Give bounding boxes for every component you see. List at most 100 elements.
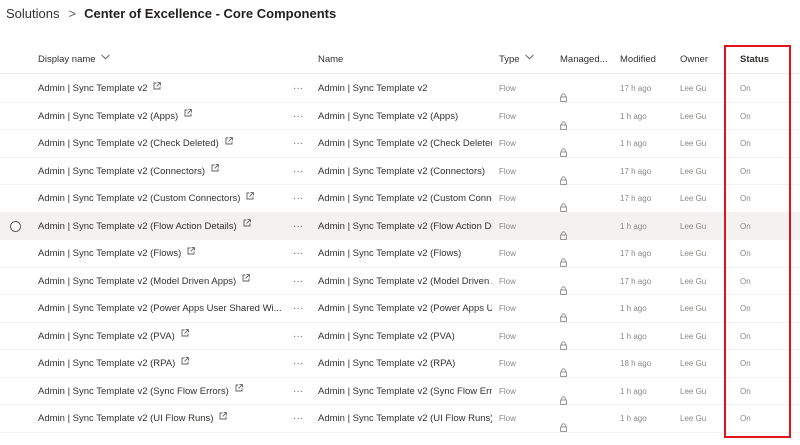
row-select-cell[interactable] xyxy=(10,103,24,130)
display-name-cell[interactable]: Admin | Sync Template v2 (Apps) xyxy=(38,103,288,130)
breadcrumb-solutions-link[interactable]: Solutions xyxy=(6,6,59,21)
open-in-new-window-icon[interactable] xyxy=(242,268,251,294)
display-name-cell[interactable]: Admin | Sync Template v2 (Power Apps Use… xyxy=(38,295,288,322)
managed-cell xyxy=(560,350,580,377)
display-name-link[interactable]: Admin | Sync Template v2 (Apps) xyxy=(38,111,178,122)
column-header-type[interactable]: Type xyxy=(499,46,534,74)
table-row[interactable]: Admin | Sync Template v2 ··· Admin | Sync … xyxy=(0,75,800,103)
column-header-managed[interactable]: Managed... xyxy=(560,46,608,74)
lock-icon xyxy=(560,332,567,350)
type-cell: Flow xyxy=(499,221,516,231)
display-name-cell[interactable]: Admin | Sync Template v2 xyxy=(38,75,288,102)
table-row[interactable]: Admin | Sync Template v2 (UI Flow Runs) ·… xyxy=(0,405,800,433)
row-select-cell[interactable] xyxy=(10,158,24,185)
open-in-new-window-icon[interactable] xyxy=(184,103,192,129)
status-cell: On xyxy=(740,304,751,313)
more-options-button[interactable]: ··· xyxy=(290,75,306,102)
display-name-cell[interactable]: Admin | Sync Template v2 (Connectors) xyxy=(38,158,288,185)
table-row[interactable]: Admin | Sync Template v2 (Connectors) ···… xyxy=(0,158,800,185)
more-options-button[interactable]: ··· xyxy=(290,268,306,295)
display-name-cell[interactable]: Admin | Sync Template v2 (UI Flow Runs) xyxy=(38,405,288,432)
more-options-button[interactable]: ··· xyxy=(290,350,306,377)
display-name-link[interactable]: Admin | Sync Template v2 (Check Deleted) xyxy=(38,138,219,149)
table-row[interactable]: Admin | Sync Template v2 (Power Apps Use… xyxy=(0,295,800,323)
table-row[interactable]: Admin | Sync Template v2 (Check Deleted)… xyxy=(0,130,800,158)
name-cell: Admin | Sync Template v2 (UI Flow Runs) xyxy=(318,413,492,424)
row-select-cell[interactable] xyxy=(10,130,24,157)
column-header-owner[interactable]: Owner xyxy=(680,46,708,74)
display-name-link[interactable]: Admin | Sync Template v2 (Sync Flow Erro… xyxy=(38,386,229,397)
column-header-display-name[interactable]: Display name xyxy=(38,46,110,74)
lock-icon xyxy=(560,277,567,295)
open-in-new-window-icon[interactable] xyxy=(181,323,189,349)
open-in-new-window-icon[interactable] xyxy=(246,185,255,211)
open-in-new-window-icon[interactable] xyxy=(235,378,243,404)
open-in-new-window-icon[interactable] xyxy=(211,158,219,184)
more-options-button[interactable]: ··· xyxy=(290,405,306,432)
display-name-cell[interactable]: Admin | Sync Template v2 (Sync Flow Erro… xyxy=(38,378,288,405)
display-name-cell[interactable]: Admin | Sync Template v2 (Custom Connect… xyxy=(38,185,288,212)
more-options-button[interactable]: ··· xyxy=(290,240,306,267)
row-select-cell[interactable] xyxy=(10,323,24,350)
more-options-button[interactable]: ··· xyxy=(290,103,306,130)
open-in-new-window-icon[interactable] xyxy=(153,75,162,101)
owner-cell: Lee Gu xyxy=(680,359,707,368)
table-row[interactable]: Admin | Sync Template v2 (Apps) ··· Admin … xyxy=(0,103,800,130)
display-name-link[interactable]: Admin | Sync Template v2 (UI Flow Runs) xyxy=(38,413,213,424)
display-name-link[interactable]: Admin | Sync Template v2 (Connectors) xyxy=(38,166,205,177)
radio-circle-icon[interactable] xyxy=(10,220,21,232)
lock-icon xyxy=(560,249,567,267)
more-options-button[interactable]: ··· xyxy=(290,213,306,240)
display-name-link[interactable]: Admin | Sync Template v2 (Custom Connect… xyxy=(38,193,240,204)
row-select-cell[interactable] xyxy=(10,378,24,405)
row-select-cell[interactable] xyxy=(10,350,24,377)
name-cell: Admin | Sync Template v2 (Sync Flow Erro… xyxy=(318,385,492,397)
more-options-button[interactable]: ··· xyxy=(290,378,306,405)
table-row[interactable]: Admin | Sync Template v2 (PVA) ··· Admin |… xyxy=(0,323,800,350)
more-options-button[interactable]: ··· xyxy=(290,295,306,322)
row-select-cell[interactable] xyxy=(10,268,24,295)
open-in-new-window-icon[interactable] xyxy=(225,130,233,156)
managed-cell xyxy=(560,158,580,185)
modified-cell: 18 h ago xyxy=(620,359,652,368)
table-row[interactable]: Admin | Sync Template v2 (Flow Action De… xyxy=(0,212,800,240)
display-name-link[interactable]: Admin | Sync Template v2 (Flow Action De… xyxy=(38,221,237,232)
more-options-button[interactable]: ··· xyxy=(290,130,306,157)
table-row[interactable]: Admin | Sync Template v2 (Flows) ··· Admin… xyxy=(0,240,800,268)
row-select-cell[interactable] xyxy=(10,240,24,267)
display-name-link[interactable]: Admin | Sync Template v2 (Flows) xyxy=(38,248,181,259)
open-in-new-window-icon[interactable] xyxy=(187,240,196,266)
display-name-cell[interactable]: Admin | Sync Template v2 (Flows) xyxy=(38,240,288,267)
display-name-link[interactable]: Admin | Sync Template v2 xyxy=(38,83,147,94)
column-header-name[interactable]: Name xyxy=(318,46,343,74)
display-name-cell[interactable]: Admin | Sync Template v2 (Check Deleted) xyxy=(38,130,288,157)
column-header-status[interactable]: Status xyxy=(740,46,769,74)
display-name-link[interactable]: Admin | Sync Template v2 (PVA) xyxy=(38,331,175,342)
managed-cell xyxy=(560,240,580,267)
open-in-new-window-icon[interactable] xyxy=(243,213,251,239)
table-row[interactable]: Admin | Sync Template v2 (Sync Flow Erro… xyxy=(0,378,800,405)
more-options-button[interactable]: ··· xyxy=(290,323,306,350)
row-select-cell[interactable] xyxy=(10,185,24,212)
table-row[interactable]: Admin | Sync Template v2 (Model Driven A… xyxy=(0,268,800,295)
lock-icon xyxy=(560,359,567,377)
row-select-cell[interactable] xyxy=(10,213,24,240)
more-options-button[interactable]: ··· xyxy=(290,185,306,212)
row-select-cell[interactable] xyxy=(10,405,24,432)
display-name-cell[interactable]: Admin | Sync Template v2 (RPA) xyxy=(38,350,288,377)
column-header-modified[interactable]: Modified xyxy=(620,46,656,74)
open-in-new-window-icon[interactable] xyxy=(219,405,228,431)
modified-cell: 1 h ago xyxy=(620,386,647,396)
more-options-button[interactable]: ··· xyxy=(290,158,306,185)
display-name-cell[interactable]: Admin | Sync Template v2 (Flow Action De… xyxy=(38,213,288,240)
display-name-cell[interactable]: Admin | Sync Template v2 (PVA) xyxy=(38,323,288,350)
display-name-link[interactable]: Admin | Sync Template v2 (Power Apps Use… xyxy=(38,303,282,314)
row-select-cell[interactable] xyxy=(10,295,24,322)
open-in-new-window-icon[interactable] xyxy=(181,350,190,376)
row-select-cell[interactable] xyxy=(10,75,24,102)
table-row[interactable]: Admin | Sync Template v2 (Custom Connect… xyxy=(0,185,800,213)
display-name-link[interactable]: Admin | Sync Template v2 (RPA) xyxy=(38,358,175,369)
display-name-link[interactable]: Admin | Sync Template v2 (Model Driven A… xyxy=(38,276,236,287)
table-row[interactable]: Admin | Sync Template v2 (RPA) ··· Admin |… xyxy=(0,350,800,378)
display-name-cell[interactable]: Admin | Sync Template v2 (Model Driven A… xyxy=(38,268,288,295)
